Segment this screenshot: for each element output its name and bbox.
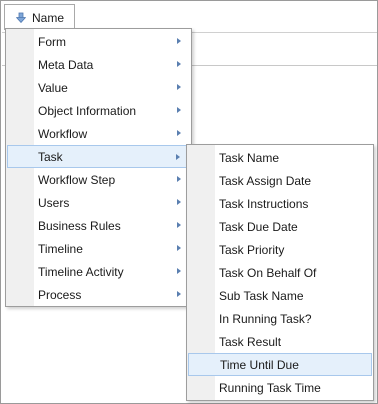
menu-item-label: Business Rules xyxy=(38,218,121,233)
submenu-arrow-icon xyxy=(177,107,181,113)
submenu-item-task-due-date[interactable]: Task Due Date xyxy=(188,215,372,238)
submenu-item-task-result[interactable]: Task Result xyxy=(188,330,372,353)
menu-item-label: Form xyxy=(38,34,66,49)
task-submenu: Task Name Task Assign Date Task Instructio… xyxy=(186,144,374,401)
menu-item-label: Task xyxy=(38,149,63,164)
menu-item-label: Users xyxy=(38,195,70,210)
submenu-arrow-icon xyxy=(177,245,181,251)
submenu-item-label: Time Until Due xyxy=(220,357,299,372)
submenu-arrow-icon xyxy=(177,84,181,90)
menu-item-label: Object Information xyxy=(38,103,137,118)
menu-item-business-rules[interactable]: Business Rules xyxy=(7,214,190,237)
submenu-item-label: Task Name xyxy=(219,150,280,165)
submenu-item-label: Task Priority xyxy=(219,242,285,257)
menu-item-label: Timeline xyxy=(38,241,83,256)
menu-item-task[interactable]: Task xyxy=(7,145,190,168)
menu-item-meta-data[interactable]: Meta Data xyxy=(7,53,190,76)
submenu-item-label: Running Task Time xyxy=(219,380,321,395)
submenu-item-sub-task-name[interactable]: Sub Task Name xyxy=(188,284,372,307)
menu-item-timeline-activity[interactable]: Timeline Activity xyxy=(7,260,190,283)
menu-item-timeline[interactable]: Timeline xyxy=(7,237,190,260)
menu-item-value[interactable]: Value xyxy=(7,76,190,99)
submenu-arrow-icon xyxy=(177,268,181,274)
menu-item-label: Value xyxy=(38,80,68,95)
sort-down-arrow-icon xyxy=(15,12,27,24)
submenu-item-running-task-time[interactable]: Running Task Time xyxy=(188,376,372,399)
menu-item-label: Workflow xyxy=(38,126,88,141)
submenu-item-time-until-due[interactable]: Time Until Due xyxy=(188,353,372,376)
submenu-item-task-instructions[interactable]: Task Instructions xyxy=(188,192,372,215)
menu-item-process[interactable]: Process xyxy=(7,283,190,306)
submenu-item-in-running-task[interactable]: In Running Task? xyxy=(188,307,372,330)
menu-item-workflow-step[interactable]: Workflow Step xyxy=(7,168,190,191)
submenu-arrow-icon xyxy=(177,291,181,297)
submenu-item-label: Task On Behalf Of xyxy=(219,265,317,280)
menu-item-object-information[interactable]: Object Information xyxy=(7,99,190,122)
submenu-item-label: Task Due Date xyxy=(219,219,298,234)
menu-item-label: Timeline Activity xyxy=(38,264,124,279)
submenu-arrow-icon xyxy=(177,222,181,228)
menu-item-label: Process xyxy=(38,287,82,302)
name-column-label: Name xyxy=(32,10,65,25)
submenu-item-label: Sub Task Name xyxy=(219,288,304,303)
name-column-header[interactable]: Name xyxy=(4,4,75,30)
submenu-item-task-assign-date[interactable]: Task Assign Date xyxy=(188,169,372,192)
menu-item-form[interactable]: Form xyxy=(7,30,190,53)
submenu-arrow-icon xyxy=(177,61,181,67)
submenu-item-task-priority[interactable]: Task Priority xyxy=(188,238,372,261)
menu-item-label: Workflow Step xyxy=(38,172,116,187)
submenu-item-task-name[interactable]: Task Name xyxy=(188,146,372,169)
submenu-item-label: Task Result xyxy=(219,334,282,349)
submenu-item-task-on-behalf-of[interactable]: Task On Behalf Of xyxy=(188,261,372,284)
submenu-arrow-icon xyxy=(177,130,181,136)
menu-item-users[interactable]: Users xyxy=(7,191,190,214)
submenu-item-label: Task Instructions xyxy=(219,196,309,211)
submenu-arrow-icon xyxy=(177,38,181,44)
submenu-arrow-icon xyxy=(177,176,181,182)
submenu-arrow-icon xyxy=(177,199,181,205)
submenu-item-label: In Running Task? xyxy=(219,311,312,326)
submenu-item-label: Task Assign Date xyxy=(219,173,312,188)
field-category-menu: Form Meta Data Value Object Information Work… xyxy=(5,28,192,307)
submenu-arrow-icon xyxy=(176,154,180,160)
menu-item-label: Meta Data xyxy=(38,57,94,72)
menu-item-workflow[interactable]: Workflow xyxy=(7,122,190,145)
